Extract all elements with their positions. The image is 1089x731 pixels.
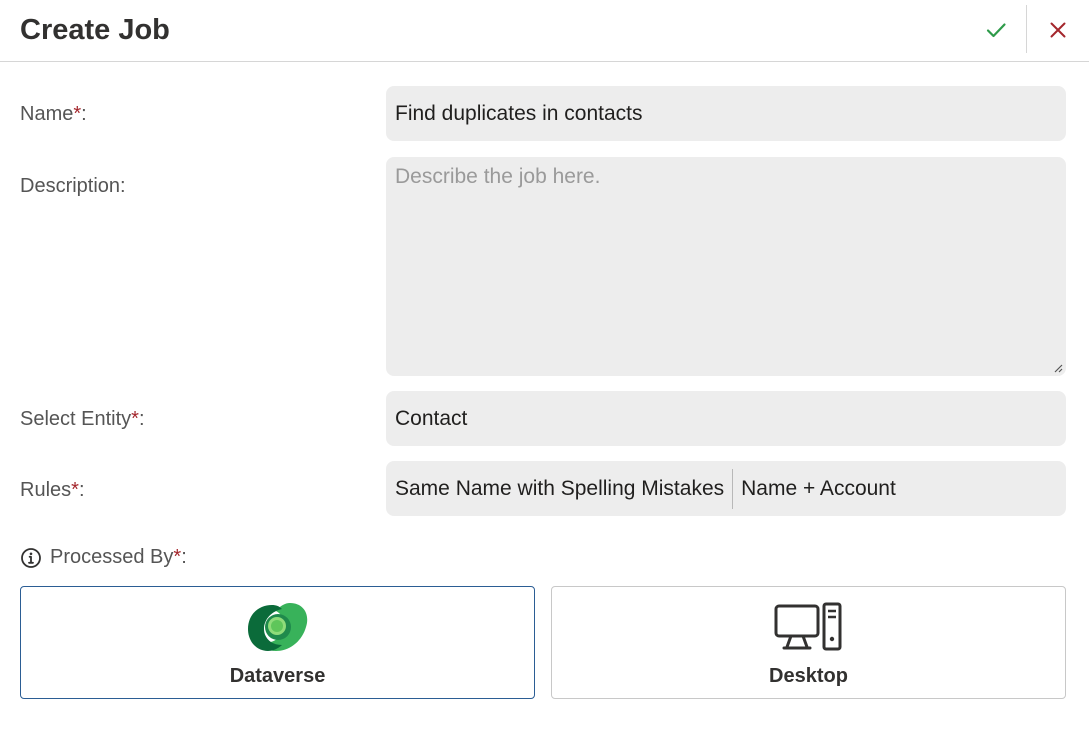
label-suffix: : [78,479,85,501]
info-icon[interactable] [20,547,42,569]
description-field[interactable] [386,157,1066,376]
desktop-computer-icon [773,601,845,653]
rule-tag[interactable]: Name + Account [741,469,896,509]
entity-select[interactable]: Contact [386,391,1066,446]
rule-tag[interactable]: Same Name with Spelling Mistakes [395,469,724,509]
name-label: Name*: [20,100,87,128]
required-mark: * [73,103,82,125]
label-suffix: : [138,408,145,430]
required-mark: * [131,408,139,430]
resize-grip-icon[interactable] [1053,363,1063,373]
dialog-header: Create Job [0,0,1089,62]
label-suffix: : [181,546,187,568]
name-label-text: Name [20,103,74,125]
entity-value: Contact [395,406,468,430]
create-job-dialog: Create Job Name*: Description: Select En… [0,0,1089,731]
required-mark: * [173,546,182,568]
desktop-option[interactable]: Desktop [551,586,1066,699]
description-label: Description: [20,175,126,197]
checkmark-icon [986,23,1006,38]
required-mark: * [71,479,79,501]
rules-label-text: Rules [20,479,72,501]
processed-by-label: Processed By *: [20,546,187,569]
rule-separator [732,468,734,509]
dataverse-option[interactable]: Dataverse [20,586,535,699]
desktop-label: Desktop [769,665,848,687]
header-divider [1026,5,1027,53]
label-suffix: : [81,103,87,125]
name-field[interactable] [386,86,1066,141]
dataverse-label: Dataverse [229,665,326,687]
dialog-title: Create Job [20,14,170,46]
entity-label-text: Select Entity [20,408,132,430]
rules-field[interactable]: Same Name with Spelling Mistakes Name + … [386,461,1066,516]
name-input[interactable] [395,101,1057,126]
rules-label: Rules*: [20,476,85,504]
close-icon [1050,22,1066,38]
save-button[interactable] [976,8,1016,52]
dataverse-logo-icon [246,601,310,653]
description-textarea[interactable] [395,157,1057,376]
processed-by-text: Processed By [50,546,174,568]
entity-label: Select Entity*: [20,405,145,433]
close-button[interactable] [1038,8,1078,52]
